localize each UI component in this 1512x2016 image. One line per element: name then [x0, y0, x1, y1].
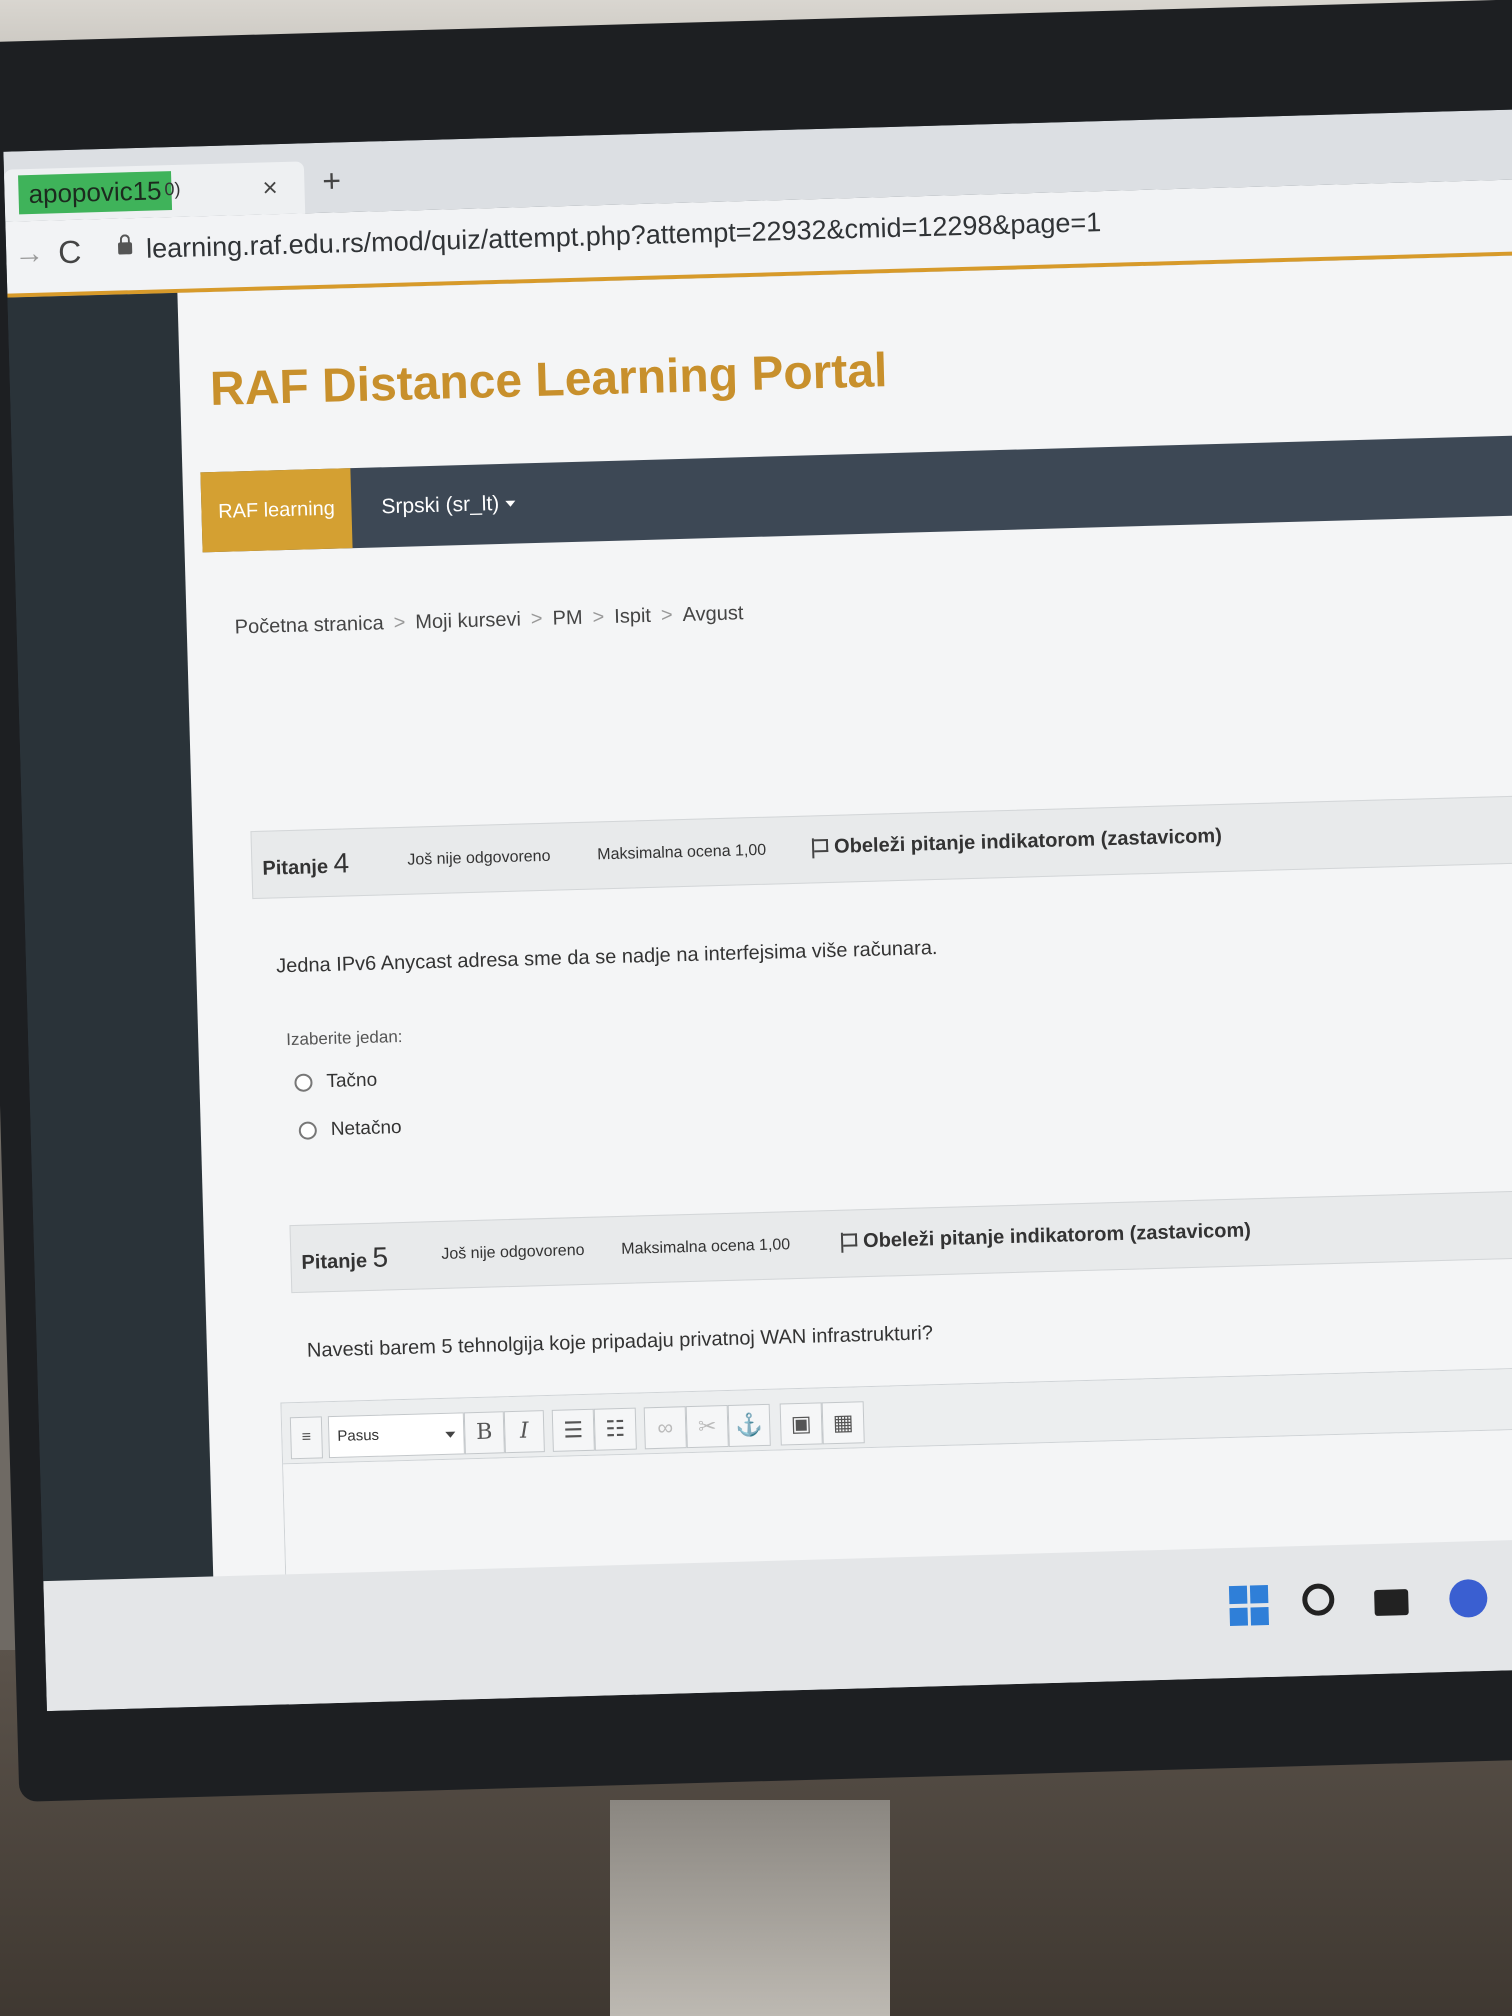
chevron-right-icon: >	[592, 606, 605, 629]
anchor-icon[interactable]: ⚓	[727, 1403, 771, 1447]
chevron-right-icon: >	[530, 607, 543, 631]
caret-down-icon	[505, 501, 516, 508]
question-number: 4	[333, 847, 350, 879]
site-navbar: RAF learning Srpski (sr_lt)	[200, 433, 1512, 553]
question-5-text: Navesti barem 5 tehnolgija koje pripadaj…	[306, 1322, 934, 1362]
toolbar-toggle-icon[interactable]: ≡	[289, 1416, 323, 1460]
unlink-icon[interactable]: ✂	[685, 1405, 729, 1449]
tab-close-icon[interactable]: ×	[262, 172, 278, 203]
chevron-right-icon: >	[660, 604, 673, 627]
breadcrumb-item-avgust[interactable]: Avgust	[682, 602, 743, 626]
lock-icon[interactable]	[117, 242, 133, 255]
radio-true[interactable]	[294, 1073, 313, 1092]
question-5-title: Pitanje 5	[301, 1241, 389, 1275]
flag-icon	[811, 837, 829, 859]
language-label: Srpski (sr_lt)	[381, 492, 500, 519]
choose-one-label: Izaberite jedan:	[286, 1026, 403, 1050]
question-4-flag-button[interactable]: Obeleži pitanje indikatorom (zastavicom)	[811, 824, 1223, 859]
image-icon[interactable]: ▣	[779, 1402, 823, 1446]
question-4-grade: Maksimalna ocena 1,00	[597, 841, 767, 864]
taskbar-task-view[interactable]	[1374, 1581, 1415, 1622]
monitor: apopovic15 0) × + → C learning.raf.edu.r…	[0, 0, 1512, 1802]
question-4-state: Još nije odgovoreno	[407, 847, 551, 869]
chevron-right-icon: >	[393, 611, 406, 635]
breadcrumb-item-ispit[interactable]: Ispit	[614, 605, 651, 628]
breadcrumb-item-pm[interactable]: PM	[552, 607, 583, 630]
monitor-stand	[610, 1800, 890, 2016]
question-4-title: Pitanje 4	[262, 847, 350, 881]
option-true[interactable]: Tačno	[294, 1070, 377, 1094]
taskbar-search[interactable]	[1301, 1583, 1343, 1624]
url-field[interactable]: learning.raf.edu.rs/mod/quiz/attempt.php…	[146, 207, 1102, 265]
numbered-list-icon[interactable]: ☷	[593, 1407, 637, 1451]
video-call-icon	[1448, 1578, 1488, 1618]
new-tab-icon[interactable]: +	[322, 162, 342, 200]
language-menu[interactable]: Srpski (sr_lt)	[380, 464, 516, 548]
breadcrumb: Početna stranica > Moji kursevi > PM > Ispit > A…	[234, 602, 743, 639]
breadcrumb-item-home[interactable]: Početna stranica	[234, 612, 384, 638]
browser-tab[interactable]: apopovic15 0) ×	[3, 161, 306, 222]
option-false[interactable]: Netačno	[298, 1117, 402, 1142]
question-5-state: Još nije odgovoreno	[441, 1241, 585, 1263]
windows-start-icon[interactable]	[1228, 1584, 1270, 1626]
question-5-header: Pitanje 5 Još nije odgovoreno Maksimalna…	[289, 1187, 1512, 1294]
question-4-text: Jedna IPv6 Anycast adresa sme da se nadj…	[275, 936, 938, 978]
radio-false[interactable]	[298, 1121, 318, 1140]
flag-label: Obeleži pitanje indikatorom (zastavicom)	[833, 824, 1223, 858]
format-value: Pasus	[337, 1426, 380, 1445]
question-4-header: Pitanje 4 Još nije odgovoreno Maksimalna…	[250, 793, 1512, 900]
question-5-flag-button[interactable]: Obeleži pitanje indikatorom (zastavicom)	[840, 1219, 1252, 1253]
forward-icon[interactable]: →	[14, 237, 45, 272]
paragraph-format-select[interactable]: Pasus	[327, 1412, 465, 1459]
search-icon	[1301, 1583, 1335, 1617]
option-true-label: Tačno	[326, 1069, 378, 1093]
task-view-icon	[1374, 1589, 1409, 1617]
bold-button[interactable]: B	[463, 1411, 505, 1455]
question-label: Pitanje	[301, 1250, 368, 1274]
question-5-grade: Maksimalna ocena 1,00	[621, 1236, 791, 1258]
screen: apopovic15 0) × + → C learning.raf.edu.r…	[3, 108, 1512, 1712]
reload-icon[interactable]: C	[58, 234, 82, 272]
breadcrumb-item-courses[interactable]: Moji kursevi	[415, 608, 521, 633]
media-icon[interactable]: ▦	[821, 1401, 865, 1445]
option-false-label: Netačno	[330, 1117, 402, 1140]
nav-home-link[interactable]: RAF learning	[200, 468, 353, 553]
taskbar-meet[interactable]	[1448, 1578, 1490, 1620]
link-icon[interactable]: ∞	[643, 1406, 687, 1450]
web-page: RAF Distance Learning Portal RAF learnin…	[177, 253, 1512, 1712]
question-label: Pitanje	[262, 855, 329, 880]
site-title[interactable]: RAF Distance Learning Portal	[209, 343, 888, 417]
question-number: 5	[372, 1241, 389, 1273]
italic-button[interactable]: I	[503, 1410, 545, 1454]
tab-title-fragment: 0)	[164, 178, 181, 200]
flag-label: Obeleži pitanje indikatorom (zastavicom)	[862, 1219, 1252, 1253]
tab-user-label: apopovic15	[18, 171, 173, 215]
flag-icon	[840, 1232, 858, 1253]
bullet-list-icon[interactable]: ☰	[551, 1408, 595, 1452]
chevron-down-icon	[445, 1431, 456, 1438]
